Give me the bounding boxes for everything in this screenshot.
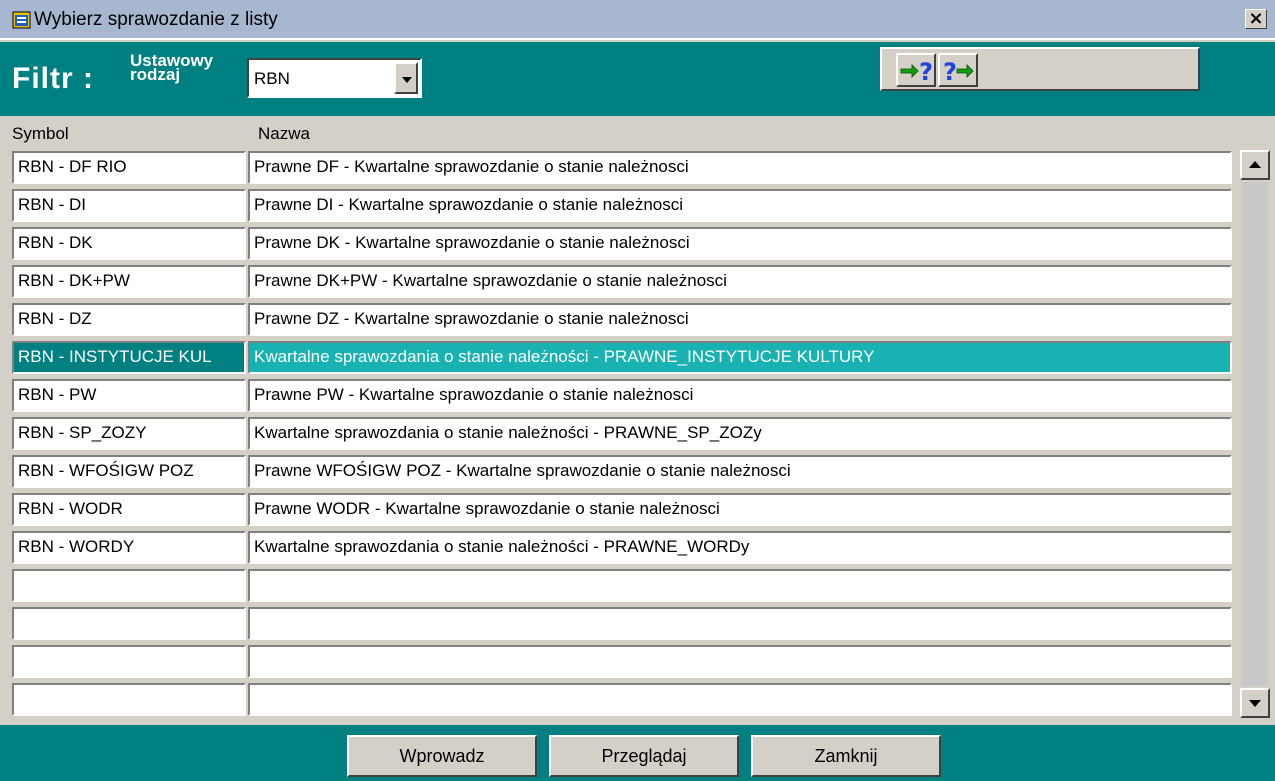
rodzaj-select[interactable]: RBN (247, 58, 422, 98)
nazwa-cell[interactable]: Prawne DZ - Kwartalne sprawozdanie o sta… (248, 303, 1232, 336)
nazwa-cell[interactable]: Prawne WODR - Kwartalne sprawozdanie o s… (248, 493, 1232, 526)
symbol-cell[interactable]: RBN - PW (12, 379, 246, 412)
symbol-cell[interactable]: RBN - DK+PW (12, 265, 246, 298)
nazwa-cell[interactable]: Kwartalne sprawozdania o stanie należnoś… (248, 531, 1232, 564)
table-row[interactable] (12, 566, 1232, 604)
help-button-group: ? ? (880, 47, 1200, 91)
symbol-cell[interactable] (12, 607, 246, 640)
vertical-scrollbar[interactable] (1240, 150, 1270, 718)
nazwa-cell[interactable] (248, 569, 1232, 602)
table-row[interactable]: RBN - PW Prawne PW - Kwartalne sprawozdan… (12, 376, 1232, 414)
table-row[interactable]: RBN - DI Prawne DI - Kwartalne sprawozdan… (12, 186, 1232, 224)
symbol-cell[interactable]: RBN - WFOŚIGW POZ (12, 455, 246, 488)
column-header-symbol: Symbol (12, 124, 69, 143)
nazwa-cell[interactable] (248, 645, 1232, 678)
symbol-cell[interactable]: RBN - DK (12, 227, 246, 260)
nazwa-cell[interactable] (248, 607, 1232, 640)
symbol-cell[interactable]: RBN - DZ (12, 303, 246, 336)
symbol-cell[interactable] (12, 683, 246, 716)
close-button[interactable]: × (1245, 9, 1267, 29)
table-row[interactable]: RBN - INSTYTUCJE KUL Kwartalne sprawozdan… (12, 338, 1232, 376)
table-row[interactable] (12, 680, 1232, 718)
table-row[interactable]: RBN - WODR Prawne WODR - Kwartalne sprawo… (12, 490, 1232, 528)
window-title: Wybierz sprawozdanie z listy (34, 9, 278, 30)
table-row[interactable]: RBN - DZ Prawne DZ - Kwartalne sprawozdan… (12, 300, 1232, 338)
arrow-question-icon: ? (898, 58, 934, 89)
wprowadz-button[interactable]: Wprowadz (347, 735, 537, 777)
nazwa-cell[interactable] (248, 683, 1232, 716)
table-row[interactable]: RBN - SP_ZOZY Kwartalne sprawozdania o st… (12, 414, 1232, 452)
nazwa-cell[interactable]: Kwartalne sprawozdania o stanie należnoś… (248, 417, 1232, 450)
nazwa-cell[interactable]: Prawne DI - Kwartalne sprawozdanie o sta… (248, 189, 1232, 222)
przegladaj-button[interactable]: Przeglądaj (549, 735, 739, 777)
table-row[interactable]: RBN - DK+PW Prawne DK+PW - Kwartalne spra… (12, 262, 1232, 300)
help-next-button[interactable]: ? (938, 53, 978, 87)
nazwa-cell[interactable]: Prawne PW - Kwartalne sprawozdanie o sta… (248, 379, 1232, 412)
combo-dropdown-button[interactable] (394, 62, 418, 94)
title-bar: Wybierz sprawozdanie z listy × (0, 0, 1275, 40)
scroll-up-button[interactable] (1240, 150, 1270, 180)
scroll-up-arrow-icon (1242, 161, 1268, 182)
symbol-cell[interactable]: RBN - INSTYTUCJE KUL (12, 341, 246, 374)
rodzaj-label-line2: rodzaj (130, 65, 181, 84)
table-row[interactable]: RBN - DK Prawne DK - Kwartalne sprawozdan… (12, 224, 1232, 262)
table-row[interactable] (12, 642, 1232, 680)
symbol-cell[interactable] (12, 645, 246, 678)
question-arrow-icon: ? (940, 58, 976, 89)
nazwa-cell[interactable]: Prawne WFOŚIGW POZ - Kwartalne sprawozda… (248, 455, 1232, 488)
symbol-cell[interactable]: RBN - WORDY (12, 531, 246, 564)
symbol-cell[interactable]: RBN - SP_ZOZY (12, 417, 246, 450)
symbol-cell[interactable]: RBN - DF RIO (12, 151, 246, 184)
nazwa-cell[interactable]: Kwartalne sprawozdania o stanie należnoś… (248, 341, 1232, 374)
help-prev-button[interactable]: ? (896, 53, 936, 87)
scroll-track[interactable] (1242, 182, 1268, 686)
symbol-cell[interactable] (12, 569, 246, 602)
symbol-cell[interactable]: RBN - DI (12, 189, 246, 222)
table-row[interactable]: RBN - WFOŚIGW POZ Prawne WFOŚIGW POZ - Kw… (12, 452, 1232, 490)
filter-bar: Filtr : Ustawowy rodzaj RBN ? ? (0, 42, 1275, 116)
rodzaj-label: Ustawowy rodzaj (130, 52, 213, 84)
table-row[interactable]: RBN - WORDY Kwartalne sprawozdania o stan… (12, 528, 1232, 566)
app-window-icon (12, 10, 32, 30)
bottom-bar: Wprowadz Przeglądaj Zamknij (0, 725, 1275, 781)
table-row[interactable]: RBN - DF RIO Prawne DF - Kwartalne sprawo… (12, 148, 1232, 186)
symbol-cell[interactable]: RBN - WODR (12, 493, 246, 526)
svg-text:?: ? (919, 58, 933, 85)
nazwa-cell[interactable]: Prawne DK - Kwartalne sprawozdanie o sta… (248, 227, 1232, 260)
table-row[interactable] (12, 604, 1232, 642)
nazwa-cell[interactable]: Prawne DK+PW - Kwartalne sprawozdanie o … (248, 265, 1232, 298)
svg-text:?: ? (943, 58, 957, 85)
zamknij-button[interactable]: Zamknij (751, 735, 941, 777)
nazwa-cell[interactable]: Prawne DF - Kwartalne sprawozdanie o sta… (248, 151, 1232, 184)
filter-label: Filtr : (12, 62, 94, 95)
scroll-down-arrow-icon (1242, 700, 1268, 720)
rodzaj-select-value: RBN (254, 69, 290, 88)
scroll-down-button[interactable] (1240, 688, 1270, 718)
column-header-nazwa: Nazwa (258, 124, 310, 143)
